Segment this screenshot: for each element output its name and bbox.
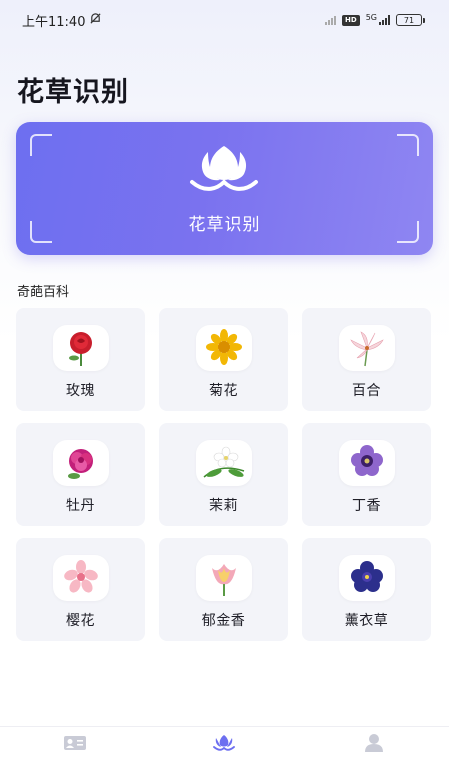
flower-card-lily[interactable]: 百合: [302, 308, 431, 411]
flower-name: 百合: [352, 383, 381, 399]
flower-thumbnail: [195, 555, 252, 601]
flower-name: 樱花: [66, 613, 95, 629]
flower-name: 菊花: [209, 383, 238, 399]
scan-corner-top-right: [397, 134, 419, 156]
lily-icon: [349, 331, 384, 367]
flower-name: 牡丹: [66, 498, 95, 514]
identify-banner-button[interactable]: 花草识别: [16, 122, 433, 255]
flower-thumbnail: [52, 440, 109, 486]
tulip-icon: [211, 564, 236, 596]
status-time: 上午11:40: [22, 14, 86, 30]
flower-card-jasmine[interactable]: 茉莉: [159, 423, 288, 526]
bottom-tab-bar: [0, 726, 449, 759]
hd-badge: HD: [342, 14, 360, 26]
flower-thumbnail: [338, 440, 395, 486]
flower-name: 郁金香: [201, 613, 246, 629]
battery-icon: 71: [396, 14, 425, 26]
flower-thumbnail: [338, 555, 395, 601]
network-label: 5G: [365, 12, 377, 22]
flower-thumbnail: [52, 325, 109, 371]
status-right: HD 5G 71: [325, 12, 425, 26]
chrysanthemum-icon: [205, 329, 242, 365]
flower-thumbnail: [338, 325, 395, 371]
cherry-blossom-icon: [63, 560, 98, 593]
flower-card-lilac[interactable]: 丁香: [302, 423, 431, 526]
status-left: 上午11:40: [22, 11, 102, 30]
flower-card-tulip[interactable]: 郁金香: [159, 538, 288, 641]
flower-name: 薰衣草: [344, 613, 389, 629]
flower-icon: [213, 735, 236, 751]
flower-card-rose[interactable]: 玫瑰: [16, 308, 145, 411]
flower-name: 茉莉: [209, 498, 238, 514]
tulip-icon: [190, 146, 258, 191]
tab-records[interactable]: [45, 728, 105, 758]
lilac-icon: [350, 445, 383, 476]
flower-thumbnail: [195, 325, 252, 371]
flower-card-chrysanthemum[interactable]: 菊花: [159, 308, 288, 411]
jasmine-icon: [203, 446, 244, 478]
signal-icon: [379, 15, 390, 25]
tab-profile[interactable]: [344, 728, 404, 758]
id-card-icon: [63, 736, 86, 750]
flower-name: 玫瑰: [66, 383, 95, 399]
flower-thumbnail: [52, 555, 109, 601]
page-title: 花草识别: [17, 77, 129, 108]
battery-level: 71: [396, 14, 422, 26]
flower-card-lavender[interactable]: 薰衣草: [302, 538, 431, 641]
lavender-icon: [350, 561, 383, 592]
flower-thumbnail: [195, 440, 252, 486]
flower-name: 丁香: [352, 498, 381, 514]
banner-label: 花草识别: [188, 215, 261, 235]
flower-card-peony[interactable]: 牡丹: [16, 423, 145, 526]
scan-corner-top-left: [30, 134, 52, 156]
peony-icon: [67, 449, 93, 479]
bell-off-icon: [89, 12, 102, 29]
rose-icon: [68, 332, 92, 366]
tab-identify[interactable]: [194, 728, 254, 758]
user-icon: [365, 734, 384, 752]
signal-icon-secondary: [325, 15, 337, 25]
flower-card-cherry-blossom[interactable]: 樱花: [16, 538, 145, 641]
flower-grid: 玫瑰 菊花 百合 牡丹 茉莉 丁香 樱花 郁金香 薰衣草: [16, 308, 434, 641]
status-bar: 上午11:40 HD 5G 71: [0, 0, 449, 40]
section-title: 奇葩百科: [17, 285, 70, 300]
